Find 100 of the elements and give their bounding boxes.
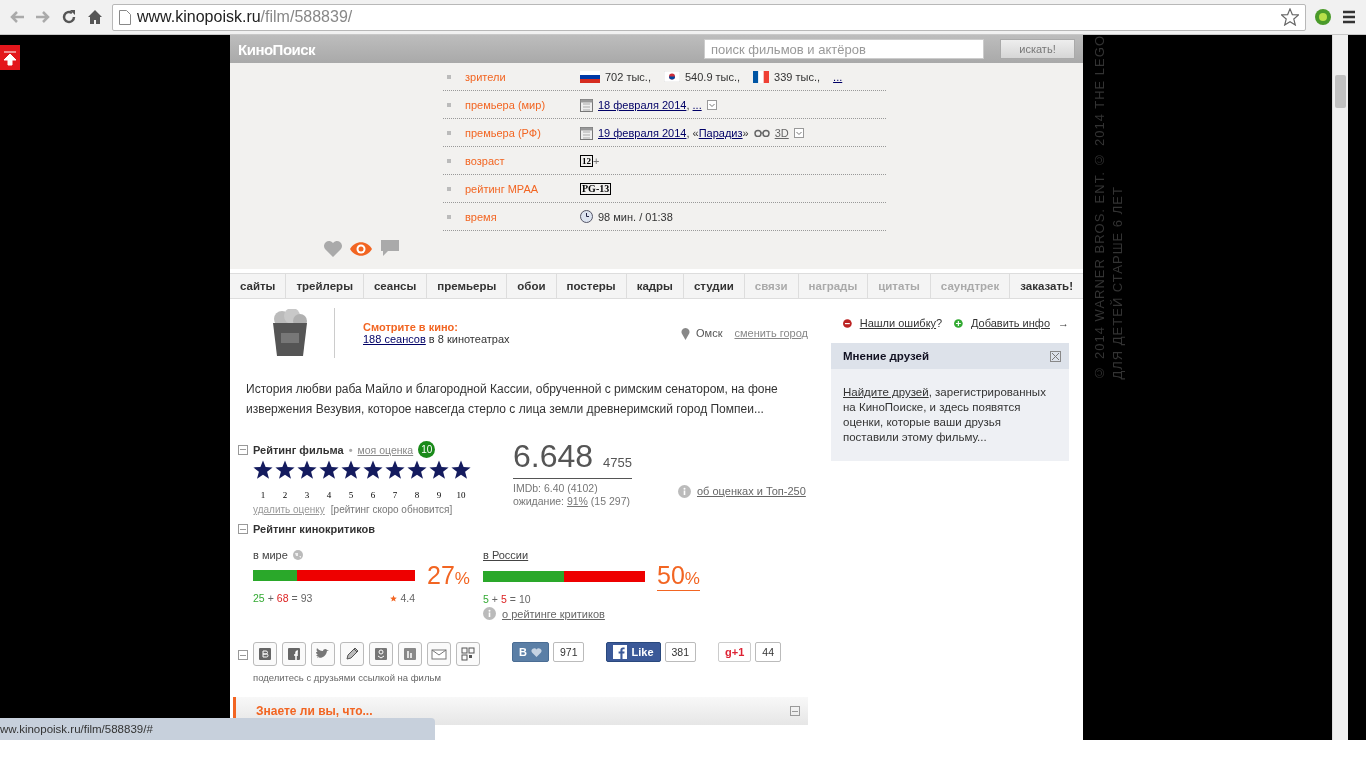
vk-share-icon[interactable] xyxy=(253,642,277,666)
distributor-link[interactable]: Парадиз xyxy=(698,126,743,139)
qr-code-icon[interactable] xyxy=(456,642,480,666)
star-icon[interactable] xyxy=(253,460,273,480)
facebook-like-button[interactable]: Like xyxy=(606,642,661,662)
location-pin-icon xyxy=(681,326,691,340)
star-icon[interactable] xyxy=(407,460,427,480)
region-link[interactable]: в России xyxy=(483,549,529,561)
facebook-logo-icon xyxy=(613,645,628,659)
star-number: 2 xyxy=(282,490,288,500)
scroll-up-button[interactable] xyxy=(0,45,20,70)
facebook-share-icon[interactable] xyxy=(282,642,306,666)
separator-dot: • xyxy=(348,443,353,456)
star-icon[interactable] xyxy=(363,460,383,480)
star-icon[interactable] xyxy=(429,460,449,480)
my-rating-badge: 10 xyxy=(418,441,436,458)
collapse-icon[interactable] xyxy=(238,650,248,660)
critics-percent: 27% xyxy=(427,561,470,590)
person-share-icon[interactable] xyxy=(369,642,393,666)
runtime-text: 98 мин. / 01:38 xyxy=(598,210,673,223)
info-label: возраст xyxy=(465,154,506,167)
section-title: Рейтинг кинокритиков xyxy=(253,523,375,535)
separator-text: » xyxy=(742,126,749,139)
nav-tab[interactable]: кадры xyxy=(626,274,684,298)
more-link[interactable]: ... xyxy=(833,70,843,83)
close-icon[interactable] xyxy=(1050,350,1061,362)
flag-icon xyxy=(663,71,680,82)
star-icon[interactable] xyxy=(451,460,471,480)
heart-icon xyxy=(530,647,542,657)
nav-tab[interactable]: сайты xyxy=(230,274,287,298)
viewer-count: 339 тыс., xyxy=(774,70,821,83)
envelope-icon[interactable] xyxy=(427,642,451,666)
info-label: рейтинг MPAA xyxy=(465,182,540,195)
star-rating[interactable] xyxy=(253,460,471,480)
critics-percent: 50% xyxy=(657,561,700,591)
section-title: Рейтинг фильма xyxy=(253,443,344,456)
collapse-icon[interactable] xyxy=(238,444,248,455)
star-icon[interactable] xyxy=(341,460,361,480)
friends-text: Найдите друзей, зарегистрированных на КиноПоиске, и здесь появятся оценки, которые ваши друзья поставили этому фильму... xyxy=(842,385,1047,445)
collapse-icon[interactable] xyxy=(238,524,248,534)
expectation-text: ожидание: 91% (15 297) xyxy=(513,495,631,508)
sessions-link[interactable]: 188 сеансов xyxy=(363,333,426,345)
bookmark-star-icon[interactable] xyxy=(1281,8,1299,26)
critics-info-link[interactable]: о рейтинге критиков xyxy=(502,607,605,620)
sessions-text: 188 сеансов в 8 кинотеатрах xyxy=(363,333,510,345)
info-icon xyxy=(678,484,691,498)
eye-icon[interactable] xyxy=(348,241,373,257)
star-number: 8 xyxy=(414,490,420,500)
nav-tab[interactable]: студии xyxy=(683,274,745,298)
bird-share-icon[interactable] xyxy=(311,642,335,666)
my-rating-link[interactable]: моя оценка xyxy=(357,443,414,456)
search-button[interactable]: искать! xyxy=(1000,39,1075,59)
find-friends-link[interactable]: Найдите друзей xyxy=(843,386,929,398)
address-bar[interactable]: www.kinopoisk.ru/film/588839/ xyxy=(112,3,1306,31)
imdb-rating: IMDb: 6.40 (4102) xyxy=(513,482,599,495)
clock-icon xyxy=(580,210,593,223)
review-count: 25 + 68 = 93 xyxy=(253,592,314,604)
arrow-icon: → xyxy=(1058,317,1069,329)
bars-share-icon[interactable] xyxy=(398,642,422,666)
format-link[interactable]: 3D xyxy=(774,126,789,139)
star-icon[interactable] xyxy=(275,460,295,480)
nav-tab[interactable]: обои xyxy=(507,274,557,298)
rating-note: [рейтинг скоро обновится] xyxy=(330,504,453,515)
star-icon[interactable] xyxy=(385,460,405,480)
like-count: 44 xyxy=(755,642,781,662)
nav-tab[interactable]: премьеры xyxy=(427,274,508,298)
extension-icon[interactable] xyxy=(1314,8,1332,26)
star-icon[interactable] xyxy=(297,460,317,480)
plus-one-button[interactable]: g+1 xyxy=(718,642,752,662)
home-icon[interactable] xyxy=(86,8,104,26)
vk-like-button[interactable]: В xyxy=(512,642,549,662)
add-info-link[interactable]: Добавить инфо xyxy=(970,317,1050,329)
menu-icon[interactable] xyxy=(1340,8,1358,26)
separator-text: , « xyxy=(686,126,699,139)
info-icon xyxy=(483,607,496,620)
minus-icon xyxy=(843,318,852,328)
cinema-title: Смотрите в кино: xyxy=(363,321,459,333)
rating-score[interactable]: 6.648 4755 xyxy=(513,441,632,479)
panel-title: Мнение друзей xyxy=(843,350,929,362)
nav-tab[interactable]: постеры xyxy=(556,274,627,298)
expectation-link[interactable]: 91% xyxy=(566,495,588,507)
nav-tab[interactable]: сеансы xyxy=(363,274,428,298)
status-url-tooltip: ww.kinopoisk.ru/film/588839/# xyxy=(0,718,435,740)
dropdown-icon[interactable] xyxy=(793,127,804,138)
city-name: Омск xyxy=(696,327,723,339)
nav-tab[interactable]: трейлеры xyxy=(286,274,364,298)
viewer-count: 540.9 тыс., xyxy=(684,70,741,83)
like-count: 381 xyxy=(664,642,697,662)
age-suffix: + xyxy=(593,154,600,167)
ratings-info-link[interactable]: об оценках и Топ-250 xyxy=(697,485,806,497)
star-icon[interactable] xyxy=(319,460,339,480)
info-label: время xyxy=(465,210,498,223)
reload-icon[interactable] xyxy=(60,8,78,26)
scrollbar[interactable] xyxy=(1332,35,1348,740)
pencil-share-icon[interactable] xyxy=(340,642,364,666)
nav-tab[interactable]: заказать! xyxy=(1010,274,1083,298)
report-error-link[interactable]: Нашли ошибку xyxy=(859,317,937,329)
change-city-link[interactable]: сменить город xyxy=(734,327,808,339)
more-link[interactable]: ... xyxy=(692,98,702,111)
dropdown-icon[interactable] xyxy=(706,99,717,110)
